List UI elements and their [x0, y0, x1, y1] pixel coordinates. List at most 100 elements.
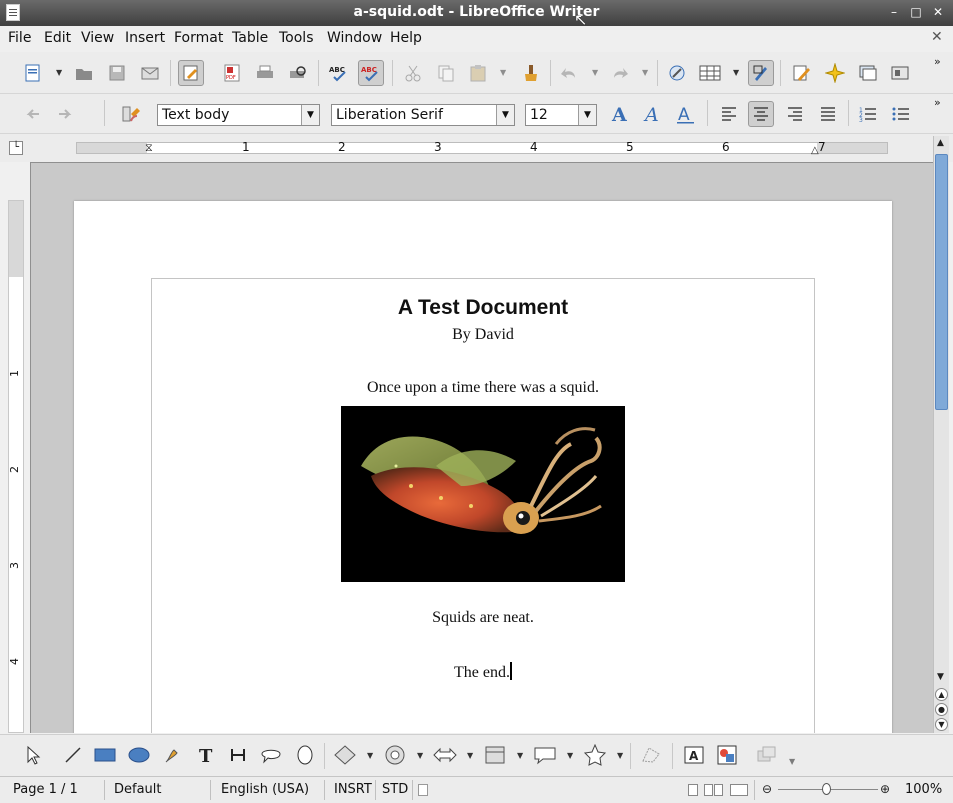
- line-tool-icon[interactable]: [60, 742, 86, 768]
- document-workspace[interactable]: A Test Document By David Once upon a tim…: [30, 162, 933, 733]
- document-paragraph[interactable]: Once upon a time there was a squid.: [152, 379, 814, 397]
- paste-icon[interactable]: [465, 60, 491, 86]
- forward-arrow-icon[interactable]: [52, 101, 78, 127]
- copy-icon[interactable]: [433, 60, 459, 86]
- show-draw-functions-icon[interactable]: [748, 60, 774, 86]
- hyperlink-icon[interactable]: [664, 60, 690, 86]
- bold-icon[interactable]: A: [607, 101, 633, 127]
- fontwork-icon[interactable]: A: [681, 742, 707, 768]
- menu-table[interactable]: Table: [232, 30, 268, 46]
- text-area[interactable]: A Test Document By David Once upon a tim…: [151, 278, 815, 733]
- email-icon[interactable]: [137, 60, 163, 86]
- print-icon[interactable]: [252, 60, 278, 86]
- document-paragraph-last[interactable]: The end.: [152, 662, 814, 682]
- scrollbar-thumb[interactable]: [935, 154, 948, 410]
- zoom-level[interactable]: 100%: [905, 782, 942, 797]
- undo-icon[interactable]: [556, 60, 582, 86]
- zoom-out-icon[interactable]: ⊖: [762, 782, 772, 796]
- menu-tools[interactable]: Tools: [279, 30, 314, 46]
- points-icon[interactable]: [638, 742, 664, 768]
- menu-help[interactable]: Help: [390, 30, 422, 46]
- tab-stop-type-icon[interactable]: └: [9, 141, 23, 155]
- navigation-icon[interactable]: ●: [935, 703, 948, 716]
- scroll-up-icon[interactable]: ▲: [937, 138, 944, 148]
- italic-icon[interactable]: A: [640, 101, 666, 127]
- callouts-icon[interactable]: [532, 742, 558, 768]
- font-name-combo[interactable]: Liberation Serif ▼: [331, 104, 515, 126]
- insert-mode[interactable]: INSRT: [334, 782, 372, 797]
- gallery-icon[interactable]: [855, 60, 881, 86]
- basic-shapes-dropdown-icon[interactable]: ▼: [367, 751, 373, 760]
- block-arrows-dropdown-icon[interactable]: ▼: [467, 751, 473, 760]
- document-page[interactable]: A Test Document By David Once upon a tim…: [74, 201, 892, 733]
- next-page-icon[interactable]: ▼: [935, 718, 948, 731]
- right-indent-marker-icon[interactable]: △: [811, 145, 819, 156]
- autospellcheck-icon[interactable]: ABC: [358, 60, 384, 86]
- stars-icon[interactable]: [582, 742, 608, 768]
- data-sources-icon[interactable]: [887, 60, 913, 86]
- scroll-down-icon[interactable]: ▼: [937, 672, 944, 682]
- vertical-ruler[interactable]: 1 2 3 4: [8, 200, 24, 733]
- book-view-icon[interactable]: [730, 784, 748, 796]
- cut-icon[interactable]: [400, 60, 426, 86]
- left-indent-marker-icon[interactable]: ⧖: [145, 141, 153, 155]
- paragraph-style-combo[interactable]: Text body ▼: [157, 104, 320, 126]
- redo-dropdown-icon[interactable]: ▼: [642, 68, 648, 77]
- toolbar-overflow-icon[interactable]: »: [934, 55, 941, 68]
- paste-dropdown-icon[interactable]: ▼: [500, 68, 506, 77]
- align-right-icon[interactable]: [782, 101, 808, 127]
- page-style[interactable]: Default: [114, 782, 162, 797]
- align-center-icon[interactable]: [748, 101, 774, 127]
- title-bar[interactable]: a-squid.odt - LibreOffice Writer – □ ✕: [0, 0, 953, 26]
- vertical-scrollbar[interactable]: ▲ ▼ ▲ ● ▼: [933, 136, 949, 733]
- extrusion-icon[interactable]: [754, 742, 780, 768]
- clone-formatting-icon[interactable]: [518, 60, 544, 86]
- menu-format[interactable]: Format: [174, 30, 223, 46]
- chevron-down-icon[interactable]: ▼: [301, 105, 319, 125]
- export-pdf-icon[interactable]: PDF: [219, 60, 245, 86]
- symbol-shapes-icon[interactable]: [382, 742, 408, 768]
- menu-file[interactable]: File: [8, 30, 31, 46]
- previous-page-icon[interactable]: ▲: [935, 688, 948, 701]
- toolbar-overflow-icon[interactable]: »: [934, 96, 941, 109]
- multi-page-view-icon[interactable]: [704, 784, 724, 796]
- block-arrows-icon[interactable]: [432, 742, 458, 768]
- symbol-shapes-dropdown-icon[interactable]: ▼: [417, 751, 423, 760]
- menu-view[interactable]: View: [81, 30, 114, 46]
- print-preview-icon[interactable]: [285, 60, 311, 86]
- new-doc-icon[interactable]: [20, 60, 46, 86]
- find-replace-icon[interactable]: [789, 60, 815, 86]
- font-size-combo[interactable]: 12 ▼: [525, 104, 597, 126]
- navigator-icon[interactable]: [822, 60, 848, 86]
- menu-edit[interactable]: Edit: [44, 30, 71, 46]
- minimize-button[interactable]: –: [886, 4, 902, 20]
- document-paragraph[interactable]: Squids are neat.: [152, 609, 814, 627]
- edit-doc-icon[interactable]: [178, 60, 204, 86]
- styles-formatting-icon[interactable]: [118, 101, 144, 127]
- flowcharts-dropdown-icon[interactable]: ▼: [517, 751, 523, 760]
- align-left-icon[interactable]: [716, 101, 742, 127]
- undo-dropdown-icon[interactable]: ▼: [592, 68, 598, 77]
- save-icon[interactable]: [104, 60, 130, 86]
- language[interactable]: English (USA): [221, 782, 309, 797]
- stars-dropdown-icon[interactable]: ▼: [617, 751, 623, 760]
- table-icon[interactable]: [697, 60, 723, 86]
- justify-icon[interactable]: [815, 101, 841, 127]
- underline-icon[interactable]: A: [673, 101, 699, 127]
- page-count[interactable]: Page 1 / 1: [13, 782, 78, 797]
- open-icon[interactable]: [71, 60, 97, 86]
- squid-image[interactable]: [341, 406, 625, 582]
- selection-mode[interactable]: STD: [382, 782, 408, 797]
- bullets-icon[interactable]: [888, 101, 914, 127]
- zoom-slider-handle[interactable]: [822, 783, 831, 795]
- close-window-button[interactable]: ✕: [930, 4, 946, 20]
- text-tool-icon[interactable]: T: [193, 742, 219, 768]
- callout-tool-icon[interactable]: [258, 742, 284, 768]
- rectangle-tool-icon[interactable]: [92, 742, 118, 768]
- chevron-down-icon[interactable]: ▼: [578, 105, 596, 125]
- zoom-in-icon[interactable]: ⊕: [880, 782, 890, 796]
- flowcharts-icon[interactable]: [482, 742, 508, 768]
- new-doc-dropdown-icon[interactable]: ▼: [56, 68, 62, 77]
- vertical-callout-icon[interactable]: [292, 742, 318, 768]
- maximize-button[interactable]: □: [908, 4, 924, 20]
